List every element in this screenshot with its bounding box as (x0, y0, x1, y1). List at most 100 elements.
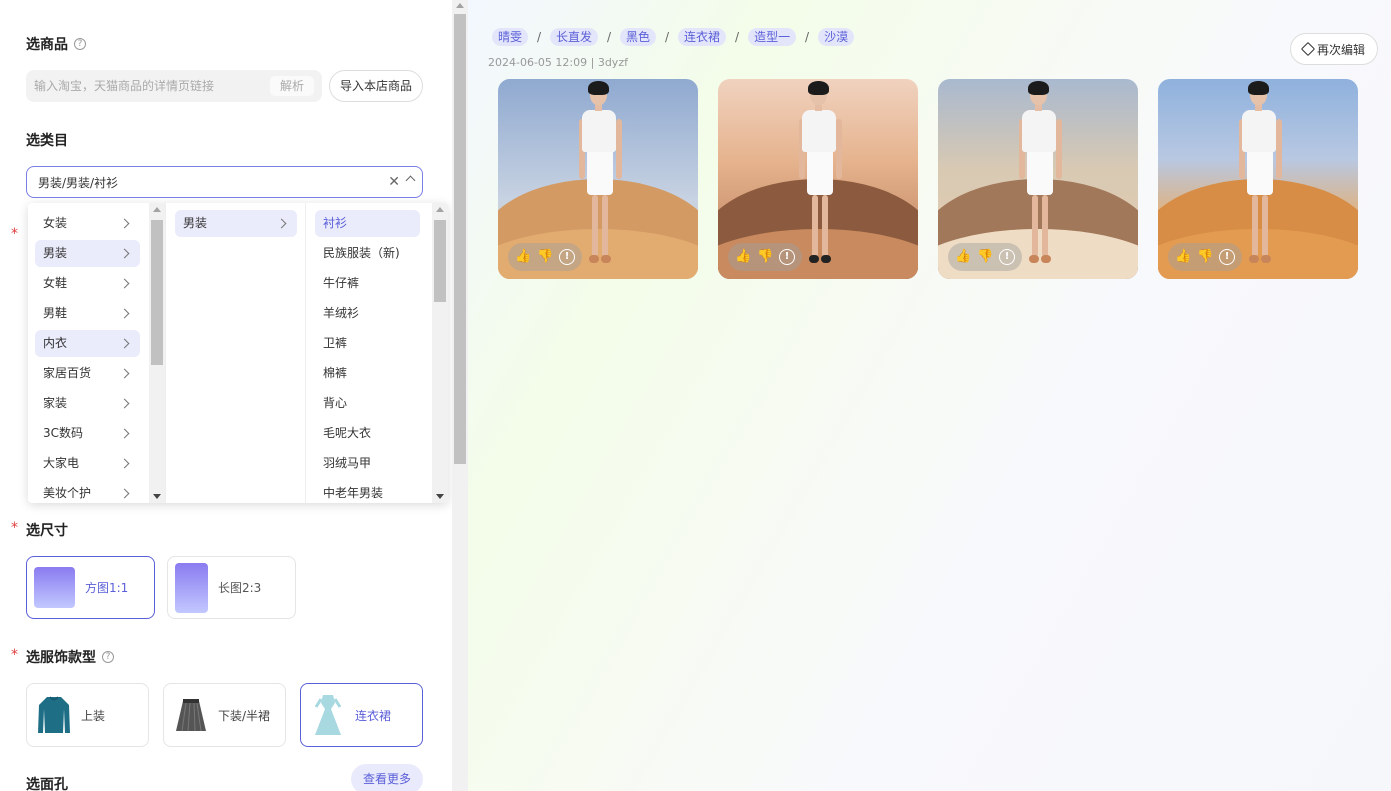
cascader-option[interactable]: 美妆个护 (35, 480, 140, 503)
chevron-right-icon (119, 398, 130, 409)
generated-image[interactable]: 👍 👎! (1158, 79, 1358, 279)
pleated-skirt-icon (176, 699, 206, 732)
tag-separator: / (536, 30, 542, 44)
cascader-option[interactable]: 3C数码 (35, 420, 140, 447)
image-actions: 👍 👎! (508, 243, 582, 271)
scroll-up-arrow-icon[interactable] (153, 207, 161, 212)
tag-separator: / (735, 30, 740, 44)
parse-button[interactable]: 解析 (269, 76, 314, 96)
generated-image[interactable]: 👍 👎! (498, 79, 698, 279)
image-actions: 👍 👎! (1168, 243, 1242, 271)
cascader-option-label: 男鞋 (43, 306, 68, 320)
cascader-option[interactable]: 男装 (35, 240, 140, 267)
cascader-option[interactable]: 大家电 (35, 450, 140, 477)
clear-icon[interactable]: ✕ (388, 174, 400, 190)
thumbs-up-icon[interactable]: 👍 (1175, 249, 1191, 265)
cascader-option-label: 大家电 (43, 456, 80, 470)
garment-option-label: 连衣裙 (355, 708, 392, 723)
thumbs-down-icon[interactable]: 👎 (757, 249, 773, 265)
scroll-thumb[interactable] (151, 220, 163, 365)
size-option-label: 长图2:3 (218, 581, 262, 595)
cascader-option[interactable]: 女装 (35, 210, 140, 237)
cascader-option-label: 家装 (43, 396, 68, 410)
thumbs-down-icon[interactable]: 👎 (1197, 249, 1213, 265)
view-more-faces-button[interactable]: 查看更多 (351, 764, 423, 791)
cascader-option[interactable]: 卫裤 (315, 330, 420, 357)
cascader-option[interactable]: 棉裤 (315, 360, 420, 387)
cascader-option-label: 民族服装（新) (323, 246, 400, 260)
cascader-option[interactable]: 毛呢大衣 (315, 420, 420, 447)
garment-option-label: 上装 (81, 708, 106, 723)
cascader-option[interactable]: 羊绒衫 (315, 300, 420, 327)
garment-option-dress[interactable]: 连衣裙 (300, 683, 423, 747)
scroll-thumb[interactable] (454, 14, 466, 464)
model-figure (1018, 79, 1062, 279)
scroll-up-arrow-icon[interactable] (456, 3, 464, 8)
top-garment-icon (38, 696, 70, 733)
result-meta: 2024-06-05 12:09 | 3dyzf (488, 56, 628, 69)
thumbs-up-icon[interactable]: 👍 (735, 249, 751, 265)
cascader-option[interactable]: 家装 (35, 390, 140, 417)
cascader-option-label: 毛呢大衣 (323, 426, 372, 440)
cascader-option[interactable]: 民族服装（新) (315, 240, 420, 267)
scroll-down-arrow-icon[interactable] (153, 494, 161, 499)
product-title-text: 选商品 (26, 37, 68, 53)
cascader-option[interactable]: 背心 (315, 390, 420, 417)
image-actions: 👍 👎! (948, 243, 1022, 271)
cascader-option[interactable]: 内衣 (35, 330, 140, 357)
garment-option-top[interactable]: 上装 (26, 683, 149, 747)
thumbs-down-icon[interactable]: 👎 (537, 249, 553, 265)
size-option-square[interactable]: 方图1:1 (26, 556, 155, 619)
generated-image[interactable]: 👍 👎! (938, 79, 1138, 279)
category-section-title: 选类目 (26, 130, 68, 150)
cascader-option-label: 3C数码 (43, 426, 84, 440)
column-scrollbar[interactable] (432, 203, 448, 503)
garment-option-skirt[interactable]: 下装/半裙 (163, 683, 286, 747)
cascader-option-label: 羊绒衫 (323, 306, 360, 320)
scroll-down-arrow-icon[interactable] (436, 494, 444, 499)
generated-image[interactable]: 👍 👎! (718, 79, 918, 279)
chevron-up-icon[interactable] (405, 175, 416, 186)
cascader-option[interactable]: 羽绒马甲 (315, 450, 420, 477)
cascader-option[interactable]: 男装 (175, 210, 297, 237)
info-icon[interactable]: ! (999, 249, 1015, 265)
tag-separator: / (665, 30, 670, 44)
info-icon[interactable]: ! (779, 249, 795, 265)
import-shop-product-button[interactable]: 导入本店商品 (329, 70, 423, 102)
cascader-option[interactable]: 牛仔裤 (315, 270, 420, 297)
result-tag: 沙漠 (818, 28, 855, 46)
garment-title-text: 选服饰款型 (26, 650, 96, 666)
thumbs-up-icon[interactable]: 👍 (515, 249, 531, 265)
chevron-right-icon (119, 488, 130, 499)
size-option-long[interactable]: 长图2:3 (167, 556, 296, 619)
scroll-thumb[interactable] (434, 220, 446, 302)
cascader-option[interactable]: 家居百货 (35, 360, 140, 387)
cascader-option[interactable]: 中老年男装 (315, 480, 420, 503)
chevron-right-icon (119, 248, 130, 259)
scroll-up-arrow-icon[interactable] (436, 207, 444, 212)
category-selected-value: 男装/男装/衬衫 (38, 175, 119, 190)
cascader-option[interactable]: 男鞋 (35, 300, 140, 327)
product-link-input[interactable] (34, 79, 264, 93)
column-scrollbar[interactable] (149, 203, 165, 503)
cascader-option[interactable]: 衬衫 (315, 210, 420, 237)
category-select[interactable]: 男装/男装/衬衫 ✕ (26, 166, 423, 198)
cascader-option[interactable]: 女鞋 (35, 270, 140, 297)
help-icon[interactable]: ? (74, 38, 86, 50)
cascader-option-label: 内衣 (43, 336, 68, 350)
info-icon[interactable]: ! (559, 249, 575, 265)
result-tag: 连衣裙 (678, 28, 727, 46)
cascader-column-level3: 衬衫民族服装（新) 牛仔裤羊绒衫卫裤棉裤背心毛呢大衣羽绒马甲中老年男装 (306, 203, 448, 503)
left-panel-scrollbar[interactable] (452, 0, 468, 791)
category-title-text: 选类目 (26, 133, 68, 149)
required-mark: * (11, 520, 18, 536)
product-link-input-box[interactable]: 解析 (26, 70, 322, 102)
tag-separator: / (805, 30, 810, 44)
re-edit-button[interactable]: 再次编辑 (1290, 33, 1378, 65)
thumbs-down-icon[interactable]: 👎 (977, 249, 993, 265)
thumbs-up-icon[interactable]: 👍 (955, 249, 971, 265)
help-icon[interactable]: ? (102, 651, 114, 663)
chevron-right-icon (119, 218, 130, 229)
cascader-option-label: 美妆个护 (43, 486, 92, 500)
info-icon[interactable]: ! (1219, 249, 1235, 265)
